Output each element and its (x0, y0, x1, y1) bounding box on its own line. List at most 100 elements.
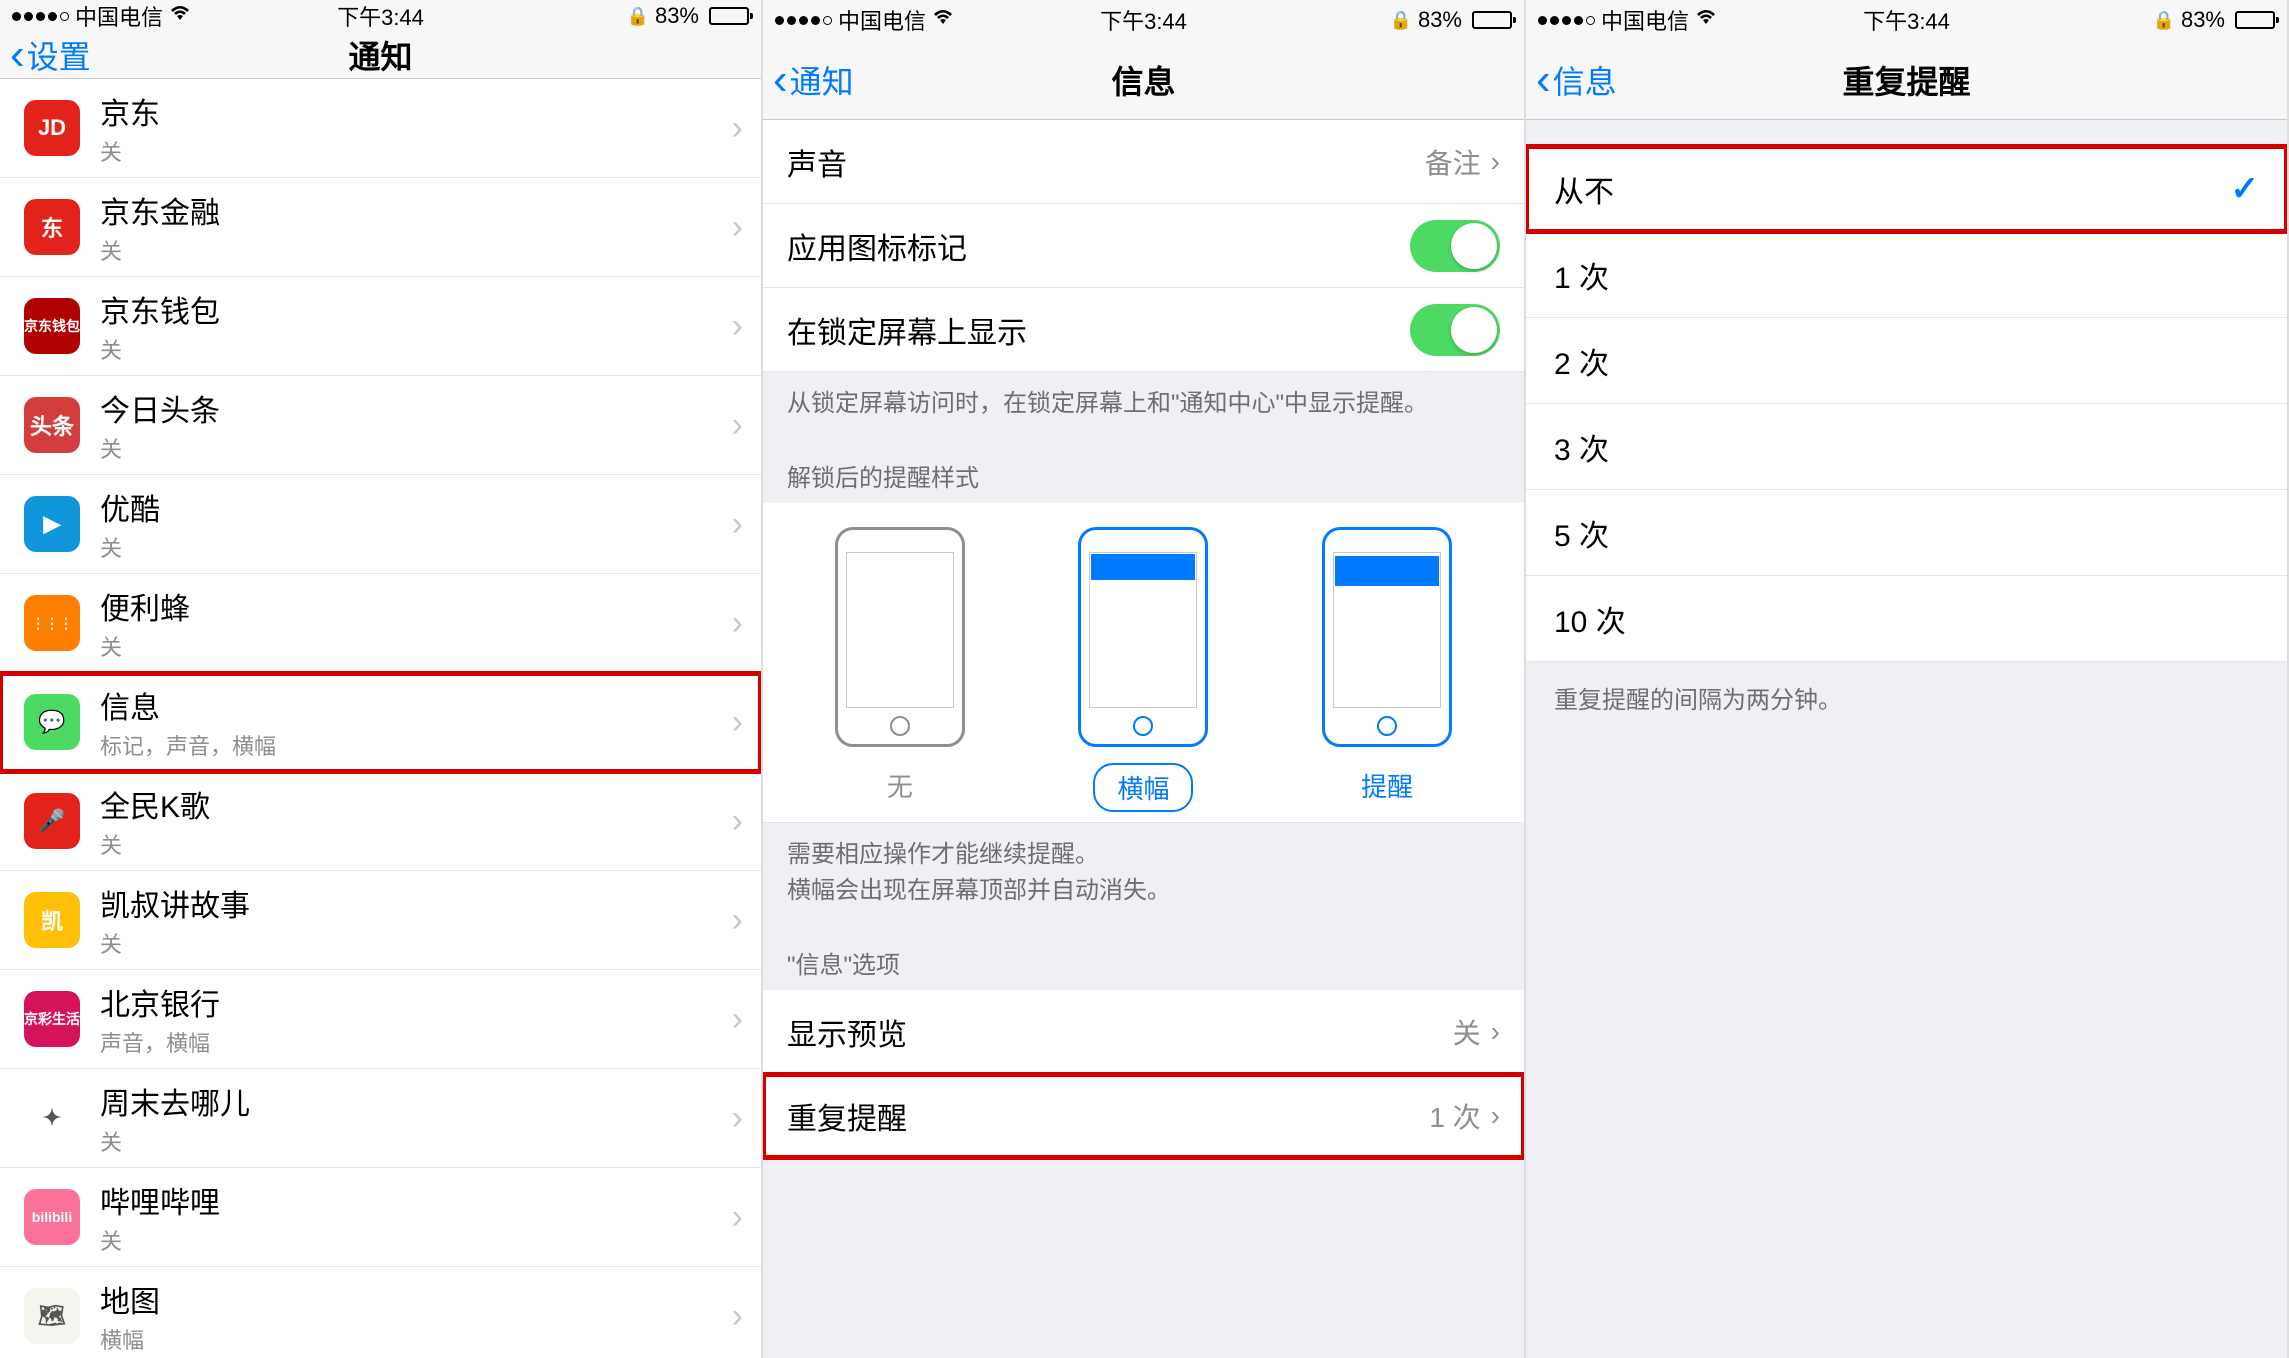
carrier-label: 中国电信 (1601, 4, 1689, 36)
app-name: 周末去哪儿 (100, 1079, 732, 1123)
app-name: 京东金融 (100, 188, 732, 232)
style-alert-label: 提醒 (1339, 763, 1435, 808)
option-label: 10 次 (1554, 597, 1626, 641)
status-time: 下午3:44 (1100, 4, 1187, 36)
repeat-option[interactable]: 5 次 (1526, 490, 2287, 576)
chevron-left-icon: ‹ (1536, 58, 1551, 102)
app-status: 关 (100, 828, 732, 860)
sound-row[interactable]: 声音 备注› (763, 120, 1524, 204)
chevron-right-icon: › (732, 802, 743, 841)
app-icon: 东 (24, 199, 80, 255)
sound-value: 备注 (1425, 142, 1481, 182)
badge-row[interactable]: 应用图标标记 (763, 204, 1524, 288)
app-name: 优酷 (100, 485, 732, 529)
battery-percent: 83% (655, 3, 699, 29)
app-list: JD京东关›东京东金融关›京东钱包京东钱包关›头条今日头条关›▶优酷关›⋮⋮⋮便… (0, 79, 761, 1358)
app-status: 关 (100, 531, 732, 563)
lockscreen-label: 在锁定屏幕上显示 (787, 308, 1027, 352)
chevron-right-icon: › (732, 901, 743, 940)
repeat-option[interactable]: 10 次 (1526, 576, 2287, 662)
nav-title: 重复提醒 (1842, 57, 1970, 103)
lock-note: 从锁定屏幕访问时，在锁定屏幕上和"通知中心"中显示提醒。 (763, 372, 1524, 432)
screen-messages-settings: 中国电信 下午3:44 🔒 83% ‹ 通知 信息 声音 备注› 应用图标标记 … (763, 0, 1526, 1358)
carrier-label: 中国电信 (838, 4, 926, 36)
wifi-icon (169, 4, 191, 28)
app-row[interactable]: 🗺地图横幅› (0, 1267, 761, 1358)
option-label: 3 次 (1554, 425, 1609, 469)
app-row[interactable]: 凯凯叔讲故事关› (0, 871, 761, 970)
status-bar: 中国电信 下午3:44 🔒 83% (0, 0, 761, 32)
app-row[interactable]: ⋮⋮⋮便利蜂关› (0, 574, 761, 673)
chevron-right-icon: › (732, 109, 743, 148)
chevron-right-icon: › (732, 1198, 743, 1237)
app-row[interactable]: 京彩生活北京银行声音，横幅› (0, 970, 761, 1069)
alert-style-banner[interactable]: 横幅 (1078, 527, 1208, 812)
app-status: 标记，声音，横幅 (100, 729, 732, 761)
chevron-left-icon: ‹ (773, 58, 788, 102)
style-note: 需要相应操作才能继续提醒。 横幅会出现在屏幕顶部并自动消失。 (763, 823, 1524, 919)
battery-icon (709, 7, 749, 25)
app-row[interactable]: ▶优酷关› (0, 475, 761, 574)
repeat-value: 1 次 (1429, 1096, 1480, 1136)
battery-percent: 83% (1418, 7, 1462, 33)
nav-back-label: 设置 (27, 32, 91, 78)
options-header: "信息"选项 (763, 919, 1524, 990)
app-status: 横幅 (100, 1323, 732, 1355)
app-row[interactable]: 头条今日头条关› (0, 376, 761, 475)
app-name: 京东钱包 (100, 287, 732, 331)
repeat-options-list: 从不✓ 1 次 2 次 3 次 5 次 10 次 (1526, 146, 2287, 662)
app-row[interactable]: bilibili哔哩哔哩关› (0, 1168, 761, 1267)
badge-toggle[interactable] (1410, 220, 1500, 272)
signal-icon (12, 12, 69, 21)
nav-back-label: 信息 (1553, 57, 1617, 103)
option-label: 从不 (1554, 167, 1614, 211)
app-icon: 🎤 (24, 793, 80, 849)
repeat-option[interactable]: 3 次 (1526, 404, 2287, 490)
app-icon: ⋮⋮⋮ (24, 595, 80, 651)
nav-bar: ‹ 设置 通知 (0, 32, 761, 79)
app-icon: 凯 (24, 892, 80, 948)
option-label: 5 次 (1554, 511, 1609, 555)
lockscreen-toggle[interactable] (1410, 304, 1500, 356)
status-time: 下午3:44 (337, 0, 424, 32)
style-none-label: 无 (865, 763, 935, 808)
alert-style-alert[interactable]: 提醒 (1322, 527, 1452, 812)
app-status: 关 (100, 135, 732, 167)
nav-back-button[interactable]: ‹ 通知 (763, 57, 854, 103)
app-row[interactable]: 🎤全民K歌关› (0, 772, 761, 871)
app-row[interactable]: JD京东关› (0, 79, 761, 178)
nav-back-button[interactable]: ‹ 设置 (0, 32, 91, 78)
lock-rotation-icon: 🔒 (627, 6, 649, 27)
status-bar: 中国电信 下午3:44 🔒 83% (763, 0, 1524, 40)
lockscreen-row[interactable]: 在锁定屏幕上显示 (763, 288, 1524, 372)
lock-rotation-icon: 🔒 (1390, 10, 1412, 31)
alert-style-none[interactable]: 无 (835, 527, 965, 812)
repeat-option[interactable]: 从不✓ (1526, 146, 2287, 232)
repeat-option[interactable]: 1 次 (1526, 232, 2287, 318)
repeat-footer-note: 重复提醒的间隔为两分钟。 (1526, 662, 2287, 733)
option-label: 1 次 (1554, 253, 1609, 297)
chevron-right-icon: › (1491, 1016, 1500, 1048)
nav-back-button[interactable]: ‹ 信息 (1526, 57, 1617, 103)
option-label: 2 次 (1554, 339, 1609, 383)
app-row[interactable]: ✦周末去哪儿关› (0, 1069, 761, 1168)
nav-back-label: 通知 (790, 57, 854, 103)
app-row[interactable]: 💬信息标记，声音，横幅› (0, 673, 761, 772)
preview-row[interactable]: 显示预览 关› (763, 990, 1524, 1074)
repeat-option[interactable]: 2 次 (1526, 318, 2287, 404)
battery-icon (1472, 11, 1512, 29)
chevron-right-icon: › (732, 604, 743, 643)
wifi-icon (1695, 8, 1717, 32)
chevron-right-icon: › (732, 307, 743, 346)
app-row[interactable]: 京东钱包京东钱包关› (0, 277, 761, 376)
app-status: 关 (100, 234, 732, 266)
alert-style-picker: 无 横幅 提醒 (763, 503, 1524, 823)
app-name: 今日头条 (100, 386, 732, 430)
app-icon: 京彩生活 (24, 991, 80, 1047)
lock-rotation-icon: 🔒 (2153, 10, 2175, 31)
app-name: 地图 (100, 1277, 732, 1321)
app-row[interactable]: 东京东金融关› (0, 178, 761, 277)
screen-notifications: 中国电信 下午3:44 🔒 83% ‹ 设置 通知 JD京东关›东京东金融关›京… (0, 0, 763, 1358)
app-name: 信息 (100, 683, 732, 727)
repeat-alert-row[interactable]: 重复提醒 1 次› (763, 1074, 1524, 1158)
